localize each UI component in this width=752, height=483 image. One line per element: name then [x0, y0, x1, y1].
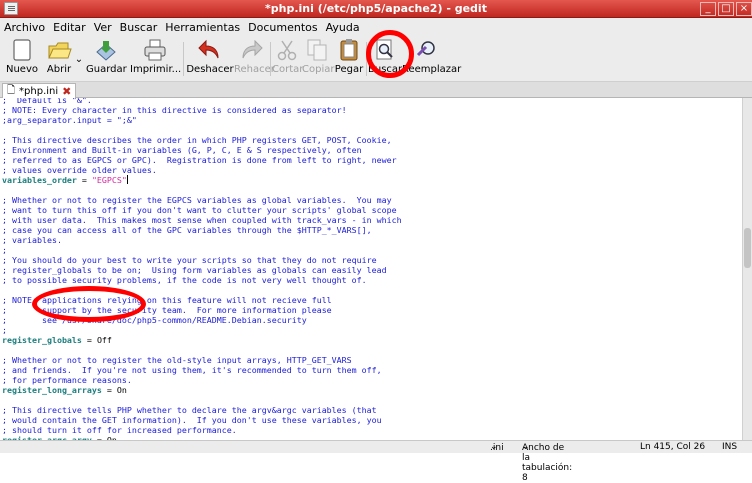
cut-button[interactable]: Cortar	[272, 38, 304, 75]
tab-label: *php.ini	[19, 85, 59, 97]
open-folder-icon	[46, 38, 72, 62]
menu-editar[interactable]: Editar	[53, 21, 86, 36]
menu-buscar[interactable]: Buscar	[120, 21, 158, 36]
code-line: ; would contain the GET information). If…	[2, 415, 382, 425]
language-label: .ini	[490, 443, 504, 453]
code-line: ; variables.	[2, 235, 62, 245]
redo-button[interactable]: Rehacer	[234, 38, 275, 75]
chevron-down-icon: ⌄	[74, 54, 84, 65]
tab-width-selector[interactable]: Ancho de la tabulación: 8 ⌄	[522, 442, 572, 483]
copy-icon	[304, 38, 330, 62]
new-document-icon	[9, 38, 35, 62]
code-line: ; and friends. If you're not using them,…	[2, 365, 382, 375]
code-line: ; Whether or not to register the EGPCS v…	[2, 195, 392, 205]
tab-php-ini[interactable]: 🗋 *php.ini ✖	[2, 83, 77, 98]
window-controls: _ □ ×	[700, 2, 752, 16]
code-line: register_long_arrays = On	[2, 385, 127, 395]
menu-ver[interactable]: Ver	[94, 21, 112, 36]
document-tab-bar: 🗋 *php.ini ✖	[0, 82, 752, 98]
menu-documentos[interactable]: Documentos	[248, 21, 317, 36]
save-button[interactable]: Guardar	[86, 38, 127, 75]
clipboard-icon	[336, 38, 362, 62]
code-line: ; You should do your best to write your …	[2, 255, 377, 265]
menu-herramientas[interactable]: Herramientas	[165, 21, 240, 36]
scissors-icon	[274, 38, 300, 62]
save-icon	[93, 38, 119, 62]
copy-button-label: Copiar	[302, 64, 335, 75]
code-line: register_globals = Off	[2, 335, 112, 345]
redo-arrow-icon	[238, 38, 264, 62]
toolbar-separator	[183, 42, 184, 76]
find-replace-icon	[414, 38, 440, 62]
insert-mode: INS	[722, 442, 738, 452]
paste-button-label: Pegar	[334, 64, 364, 75]
copy-button[interactable]: Copiar	[302, 38, 335, 75]
new-button-label: Nuevo	[5, 64, 38, 75]
code-line: ; register_globals to be on; Using form …	[2, 265, 387, 275]
status-bar: .ini ⌄ Ancho de la tabulación: 8 ⌄ Ln 41…	[0, 440, 752, 483]
document-icon: 🗋	[7, 84, 16, 96]
code-line: ; Default is "&".	[2, 98, 92, 105]
code-line: ;	[2, 325, 7, 335]
code-line: ; referred to as EGPCS or GPC). Registra…	[2, 155, 397, 165]
undo-arrow-icon	[197, 38, 223, 62]
close-tab-icon[interactable]: ✖	[62, 85, 71, 98]
cut-button-label: Cortar	[272, 64, 304, 75]
undo-button-label: Deshacer	[186, 64, 234, 75]
code-line: ; with user data. This makes most sense …	[2, 215, 402, 225]
code-line: ; should turn it off for increased perfo…	[2, 425, 237, 435]
code-line: ; Whether or not to register the old-sty…	[2, 355, 352, 365]
text-editor[interactable]: ; Default is "&".; NOTE: Every character…	[0, 98, 743, 440]
vertical-scrollbar[interactable]	[743, 98, 752, 440]
menu-ayuda[interactable]: Ayuda	[326, 21, 360, 36]
code-line: ; case you can access all of the GPC var…	[2, 225, 372, 235]
cursor-position: Ln 415, Col 26	[640, 442, 706, 452]
language-selector[interactable]: .ini ⌄	[490, 442, 504, 453]
toolbar-separator	[270, 42, 271, 76]
minimize-button[interactable]: _	[700, 2, 716, 16]
menu-archivo[interactable]: Archivo	[4, 21, 45, 36]
code-line: ; to possible security problems, if the …	[2, 275, 367, 285]
code-line: ;	[2, 245, 7, 255]
code-line: ; NOTE: Every character in this directiv…	[2, 105, 347, 115]
print-button[interactable]: Imprimir...	[130, 38, 182, 75]
code-line: ; Environment and Built-in variables (G,…	[2, 145, 362, 155]
print-button-label: Imprimir...	[130, 64, 182, 75]
code-line: ;arg_separator.input = ";&"	[2, 115, 137, 125]
code-line: ; This directive tells PHP whether to de…	[2, 405, 377, 415]
open-recent-dropdown[interactable]: ⌄	[74, 54, 84, 65]
tab-width-label: Ancho de la tabulación: 8	[522, 443, 573, 483]
redo-button-label: Rehacer	[234, 64, 275, 75]
code-line: ; values override older values.	[2, 165, 157, 175]
paste-button[interactable]: Pegar	[333, 38, 365, 75]
code-line: ; want to turn this off if you don't wan…	[2, 205, 397, 215]
save-button-label: Guardar	[86, 64, 127, 75]
window-title: *php.ini (/etc/php5/apache2) - gedit	[265, 2, 487, 15]
code-view: ; Default is "&".; NOTE: Every character…	[2, 98, 402, 440]
open-button-label: Abrir	[46, 64, 72, 75]
red-ellipse-annotation	[32, 286, 146, 322]
scrollbar-thumb[interactable]	[744, 228, 751, 268]
new-button[interactable]: Nuevo	[4, 38, 40, 75]
code-line: ; This directive describes the order in …	[2, 135, 392, 145]
code-line: variables_order = "EGPCS"	[2, 175, 128, 185]
close-window-button[interactable]: ×	[736, 2, 752, 16]
maximize-button[interactable]: □	[718, 2, 734, 16]
code-line: ; for performance reasons.	[2, 375, 132, 385]
title-bar: *php.ini (/etc/php5/apache2) - gedit _ □…	[0, 0, 752, 18]
open-button[interactable]: Abrir	[44, 38, 74, 75]
printer-icon	[142, 38, 168, 62]
undo-button[interactable]: Deshacer	[186, 38, 234, 75]
red-circle-annotation	[366, 30, 414, 78]
